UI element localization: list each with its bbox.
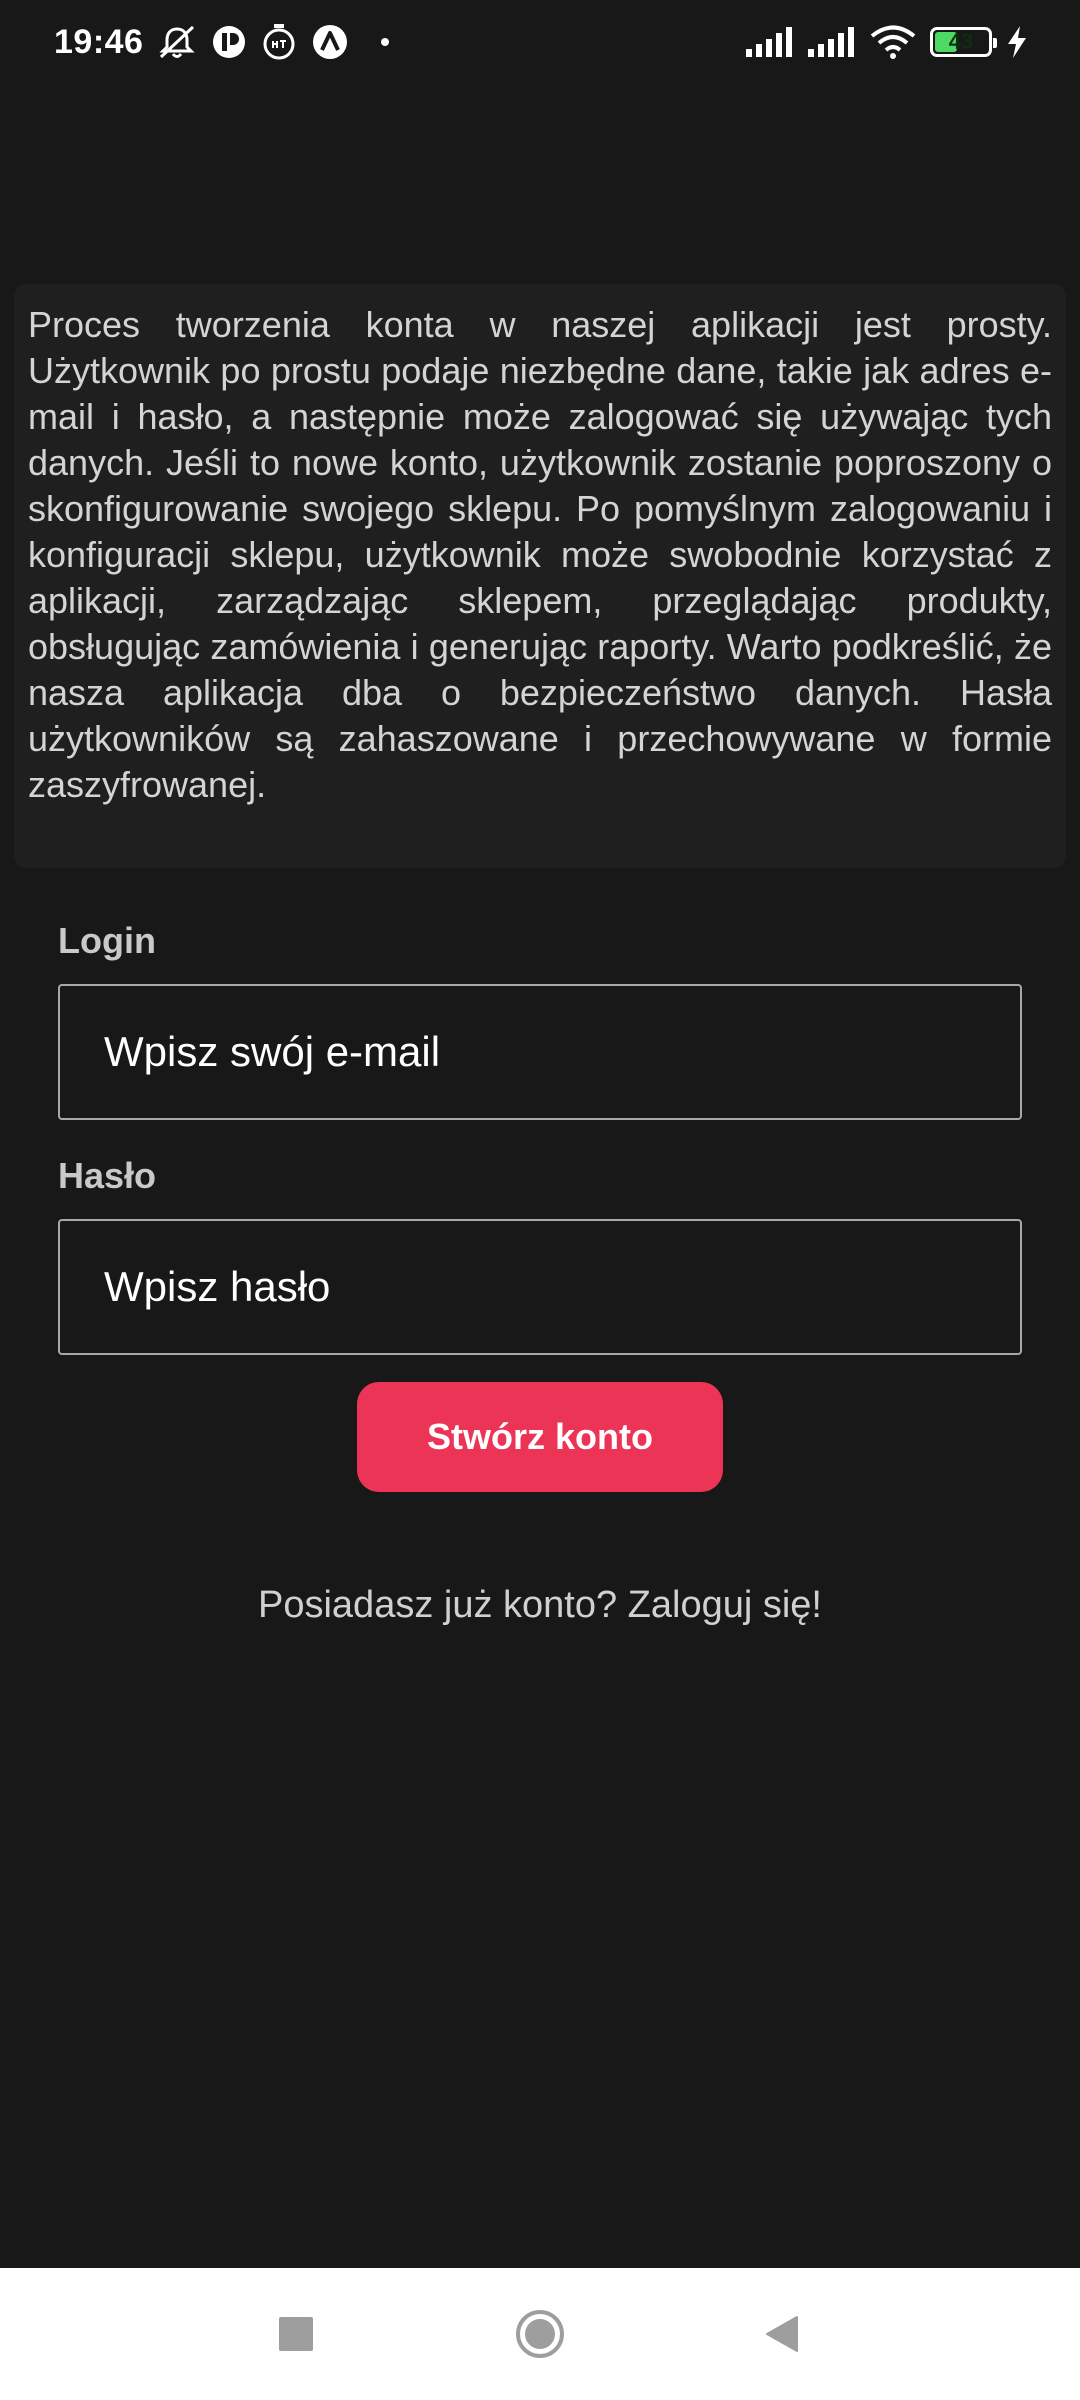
timer-icon — [261, 23, 297, 61]
password-field[interactable] — [58, 1219, 1022, 1355]
create-account-button[interactable]: Stwórz konto — [357, 1382, 723, 1492]
login-field[interactable] — [58, 984, 1022, 1120]
login-label: Login — [58, 920, 156, 961]
back-triangle-icon[interactable] — [722, 2268, 842, 2400]
home-circle-icon[interactable] — [480, 2268, 600, 2400]
info-card: Proces tworzenia konta w naszej aplikacj… — [14, 284, 1066, 868]
battery-level: 43 — [948, 29, 974, 54]
dot-icon — [381, 38, 390, 46]
info-text: Proces tworzenia konta w naszej aplikacj… — [28, 304, 1052, 805]
email-input[interactable] — [104, 986, 1020, 1118]
login-link[interactable]: Posiadasz już konto? Zaloguj się! — [0, 1584, 1080, 1627]
navigation-bar — [0, 2268, 1080, 2400]
status-time: 19:46 — [54, 22, 144, 61]
password-label: Hasło — [58, 1155, 157, 1196]
app-launcher-icon — [311, 23, 349, 61]
password-input[interactable] — [104, 1221, 1020, 1353]
status-bar: 19:46 43 — [0, 0, 1080, 84]
signal-sim1-icon — [746, 27, 794, 57]
screen: 19:46 43 Proces tworzenia konta w naszej… — [0, 0, 1080, 2400]
signal-sim2-icon — [808, 27, 856, 57]
wifi-icon — [870, 25, 916, 59]
app-notification-icon — [211, 24, 247, 60]
muted-alarm-icon — [157, 23, 197, 61]
status-left: 19:46 — [54, 22, 390, 62]
status-right: 43 — [746, 25, 1028, 59]
charging-bolt-icon — [1006, 26, 1028, 58]
recents-square-icon[interactable] — [236, 2268, 356, 2400]
battery-icon: 43 — [930, 27, 997, 57]
